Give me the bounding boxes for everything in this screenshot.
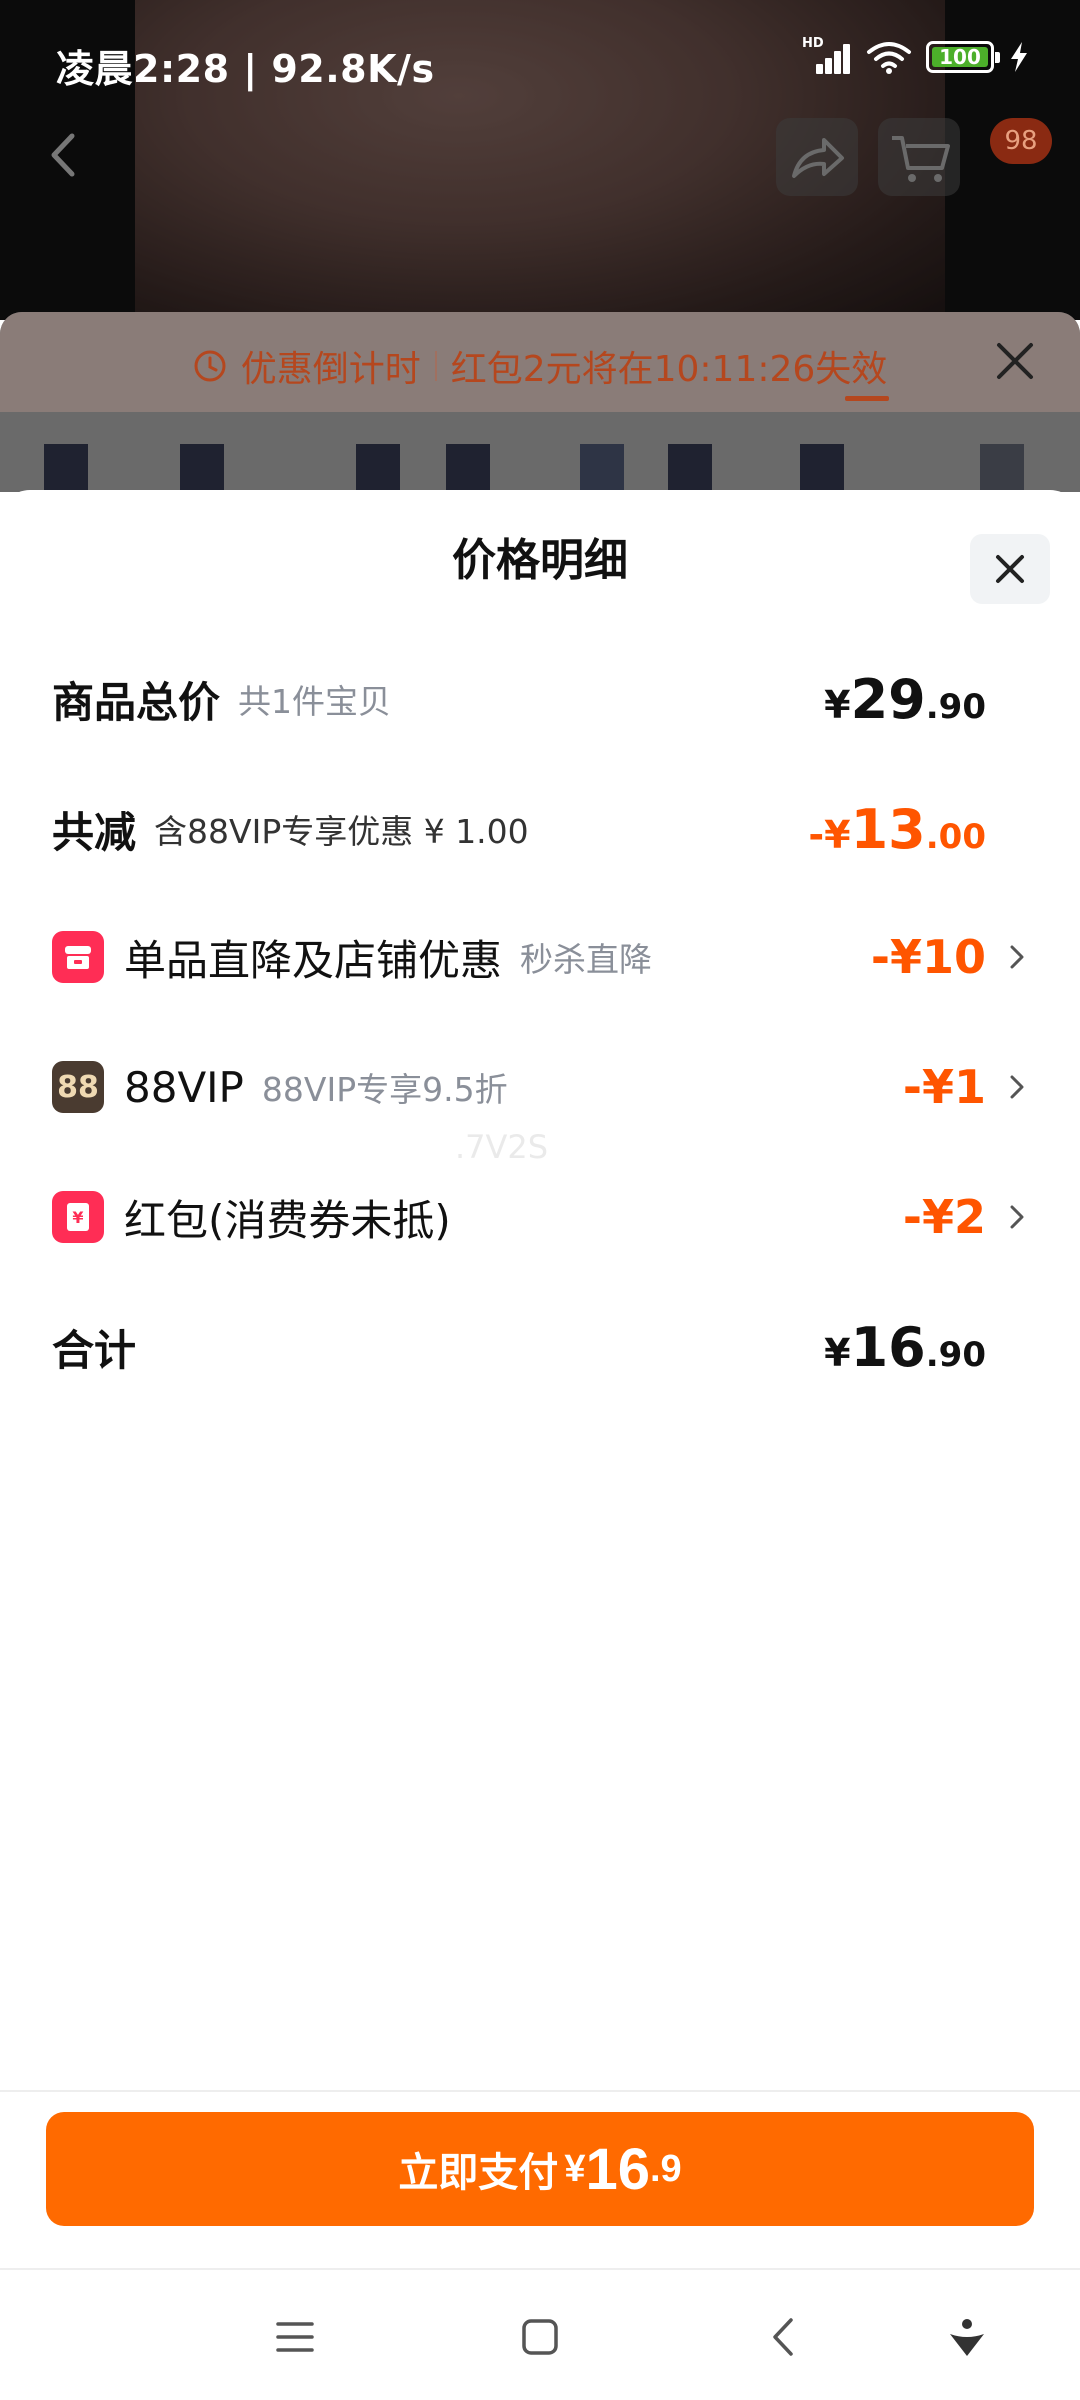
promo-underline — [845, 396, 889, 401]
back-icon[interactable] — [760, 2312, 810, 2362]
status-icons: HD 100 — [802, 36, 1030, 74]
promo-close-icon[interactable] — [994, 340, 1036, 382]
pay-amount-dec: .9 — [649, 2147, 682, 2190]
assistant-icon[interactable] — [942, 2312, 992, 2362]
chevron-right-icon — [1010, 1075, 1024, 1099]
red-packet-amount: -¥2 — [902, 1190, 986, 1244]
charging-bolt-icon — [1011, 42, 1027, 72]
row-total-discount: 共减 含88VIP专享优惠 ¥ 1.00 -¥13.00 — [52, 797, 1028, 861]
88vip-label: 88VIP — [124, 1062, 244, 1112]
row-88vip[interactable]: 88 88VIP 88VIP专享9.5折 -¥1 — [52, 1056, 1028, 1118]
close-icon — [996, 555, 1024, 583]
promo-countdown-bar: 优惠倒计时 红包2元将在10:11:26失效 — [0, 312, 1080, 412]
shop-icon — [52, 931, 104, 983]
sheet-close-button[interactable] — [970, 534, 1050, 604]
battery-level: 100 — [939, 45, 981, 69]
goods-total-count: 共1件宝贝 — [238, 682, 392, 721]
cart-icon — [892, 136, 950, 182]
battery-icon: 100 — [926, 41, 1000, 73]
pay-now-label: 立即支付 — [398, 2151, 559, 2195]
menu-icon[interactable] — [270, 2312, 320, 2362]
row-shop-discount[interactable]: 单品直降及店铺优惠 秒杀直降 -¥10 — [52, 926, 1028, 988]
signal-icon: HD — [802, 36, 852, 74]
watermark: .7V2S — [455, 1128, 549, 1166]
share-icon — [792, 138, 844, 178]
svg-text:¥: ¥ — [72, 1208, 83, 1227]
grand-total-amount: ¥16.90 — [824, 1315, 986, 1379]
goods-total-amount: ¥29.90 — [824, 667, 986, 731]
pay-now-button[interactable]: 立即支付 ¥ 16 .9 — [46, 2112, 1034, 2226]
row-red-packet[interactable]: ¥ 红包(消费券未抵) -¥2 — [52, 1186, 1028, 1248]
red-packet-label: 红包(消费券未抵) — [124, 1195, 451, 1245]
wifi-icon — [867, 42, 911, 74]
row-grand-total: 合计 ¥16.90 — [52, 1315, 1028, 1379]
sheet-title: 价格明细 — [452, 535, 628, 586]
signal-hd-label: HD — [802, 36, 824, 51]
home-icon[interactable] — [515, 2312, 565, 2362]
pay-currency: ¥ — [564, 2147, 586, 2190]
pay-divider — [0, 2090, 1080, 2092]
shop-discount-label: 单品直降及店铺优惠 — [124, 935, 503, 985]
status-time: 凌晨2:28 | 92.8K/s — [56, 47, 435, 91]
grand-total-label: 合计 — [52, 1325, 137, 1375]
chevron-right-icon — [1010, 1205, 1024, 1229]
total-discount-amount: -¥13.00 — [808, 797, 986, 861]
shop-discount-tag: 秒杀直降 — [520, 940, 653, 979]
status-bar: 凌晨2:28 | 92.8K/s HD 100 — [0, 0, 1080, 100]
red-packet-icon: ¥ — [52, 1191, 104, 1243]
pay-amount-int: 16 — [585, 2136, 650, 2202]
total-discount-note: 含88VIP专享优惠 ¥ 1.00 — [154, 812, 529, 851]
goods-total-label: 商品总价 — [52, 677, 221, 727]
share-button[interactable] — [776, 118, 858, 196]
cart-button[interactable] — [878, 118, 960, 196]
88vip-icon: 88 — [52, 1061, 104, 1113]
promo-countdown-label: 优惠倒计时 — [240, 349, 421, 390]
88vip-tag: 88VIP专享9.5折 — [261, 1070, 508, 1109]
chevron-right-icon — [1010, 945, 1024, 969]
total-discount-label: 共减 — [52, 807, 137, 857]
promo-message: 红包2元将在10:11:26失效 — [450, 349, 888, 390]
clock-icon — [194, 350, 226, 382]
cart-badge: 98 — [990, 118, 1052, 164]
system-nav-bar — [0, 2268, 1080, 2400]
shop-discount-amount: -¥10 — [870, 930, 986, 984]
88vip-amount: -¥1 — [902, 1060, 986, 1114]
back-arrow-icon[interactable] — [44, 130, 84, 180]
row-goods-total: 商品总价 共1件宝贝 ¥29.90 — [52, 667, 1028, 731]
